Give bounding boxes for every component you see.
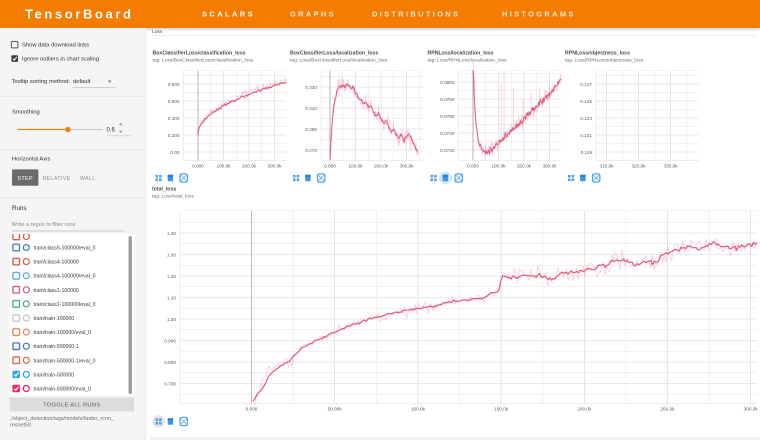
svg-text:0.0720: 0.0720: [440, 148, 455, 153]
svg-text:50.00k: 50.00k: [328, 407, 343, 412]
svg-text:0.800: 0.800: [168, 82, 180, 87]
svg-text:0.119: 0.119: [581, 150, 593, 155]
svg-text:train/class1-100000: train/class1-100000: [34, 288, 79, 294]
svg-text:1.40: 1.40: [167, 231, 177, 236]
svg-text:0.000: 0.000: [192, 164, 204, 169]
svg-text:0.0760: 0.0760: [440, 114, 455, 119]
svg-text:0.290: 0.290: [305, 127, 317, 132]
svg-text:0.125: 0.125: [580, 99, 592, 104]
svg-text:train/class4-100000/eval_0: train/class4-100000/eval_0: [34, 274, 96, 280]
svg-text:0.0780: 0.0780: [440, 97, 455, 102]
svg-text:RELATIVE: RELATIVE: [42, 176, 70, 182]
svg-text:train/train-100000: train/train-100000: [34, 316, 75, 322]
svg-text:STEP: STEP: [17, 176, 33, 182]
svg-text:0.000: 0.000: [467, 164, 479, 169]
svg-text:200.0k: 200.0k: [517, 164, 532, 169]
svg-text:300.0k: 300.0k: [542, 164, 557, 169]
svg-text:0.000: 0.000: [324, 164, 336, 169]
svg-text:0.600: 0.600: [168, 99, 180, 104]
svg-text:0.0740: 0.0740: [440, 131, 455, 136]
svg-text:train/class4-100000: train/class4-100000: [34, 260, 79, 266]
svg-text:0.700: 0.700: [164, 381, 176, 386]
svg-text:100.0k: 100.0k: [348, 164, 363, 169]
svg-text:train/train-500000-1: train/train-500000-1: [34, 344, 79, 350]
svg-text:1.30: 1.30: [167, 252, 177, 257]
svg-text:300.0k: 300.0k: [267, 164, 282, 169]
svg-text:1.10: 1.10: [167, 295, 177, 300]
svg-text:train/train-500000-1/eval_0: train/train-500000-1/eval_0: [34, 358, 96, 364]
svg-text:0.330: 0.330: [305, 85, 317, 90]
svg-text:train/train-100000/eval_0: train/train-100000/eval_0: [34, 330, 92, 336]
svg-text:100.0k: 100.0k: [216, 164, 231, 169]
svg-text:train/train-500000: train/train-500000: [34, 372, 75, 378]
svg-text:0.121: 0.121: [580, 133, 592, 138]
svg-text:0.270: 0.270: [305, 148, 317, 153]
svg-text:0.800: 0.800: [164, 360, 176, 365]
svg-text:200.0k: 200.0k: [374, 164, 389, 169]
svg-text:1.00: 1.00: [167, 317, 177, 322]
svg-text:150.0k: 150.0k: [494, 407, 509, 412]
svg-text:300.0k: 300.0k: [399, 164, 414, 169]
svg-text:100.0k: 100.0k: [411, 407, 426, 412]
svg-text:train/class1-100000/eval_0: train/class1-100000/eval_0: [34, 302, 96, 308]
svg-text:0.0800: 0.0800: [440, 80, 455, 85]
svg-text:330.0k: 330.0k: [663, 164, 678, 169]
svg-text:train/class5-100000/eval_0: train/class5-100000/eval_0: [34, 246, 96, 252]
svg-text:310.0k: 310.0k: [599, 164, 614, 169]
svg-text:320.0k: 320.0k: [631, 164, 646, 169]
svg-text:250.0k: 250.0k: [660, 407, 675, 412]
svg-text:200.0k: 200.0k: [242, 164, 257, 169]
svg-text:200.0k: 200.0k: [577, 407, 592, 412]
svg-text:0.123: 0.123: [580, 116, 592, 121]
svg-text:WALL: WALL: [80, 176, 96, 182]
svg-text:100.0k: 100.0k: [491, 164, 506, 169]
svg-text:0.400: 0.400: [168, 116, 180, 121]
svg-text:1.20: 1.20: [167, 274, 177, 279]
svg-text:300.0k: 300.0k: [744, 407, 759, 412]
svg-text:0.000: 0.000: [246, 407, 258, 412]
svg-text:0.310: 0.310: [305, 106, 317, 111]
svg-text:0.900: 0.900: [164, 338, 176, 343]
svg-text:0.127: 0.127: [580, 82, 592, 87]
svg-text:0.200: 0.200: [168, 133, 180, 138]
svg-text:0.00: 0.00: [170, 150, 180, 155]
svg-text:train/train-500000/eval_0: train/train-500000/eval_0: [34, 387, 92, 393]
